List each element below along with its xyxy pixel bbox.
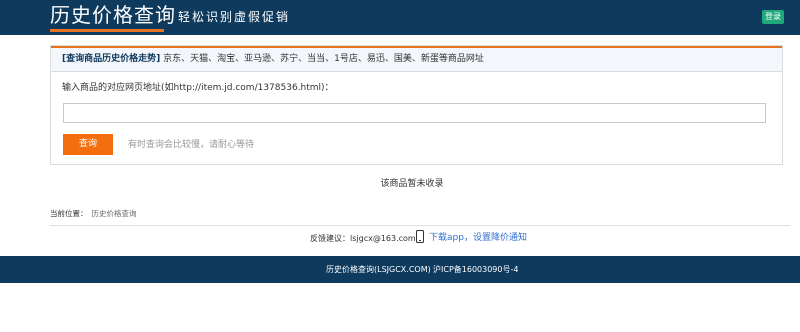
footer-site: 历史价格查询(LSJGCX.COM) — [326, 265, 431, 274]
download-app-link[interactable]: 下载app，设置降价通知 — [429, 233, 527, 244]
breadcrumb-current[interactable]: 历史价格查询 — [92, 209, 137, 218]
panel-title: [查询商品历史价格走势] — [62, 54, 161, 64]
url-input-label: 输入商品的对应网页地址(如http://item.jd.com/1378536.… — [62, 83, 334, 93]
logo-underline — [50, 29, 164, 32]
footer: 历史价格查询(LSJGCX.COM) 沪ICP备16003090号-4 — [0, 256, 800, 283]
footer-icp[interactable]: 沪ICP备16003090号-4 — [433, 256, 518, 283]
result-message: 该商品暂未收录 — [380, 179, 444, 189]
search-panel: [查询商品历史价格走势] 京东、天猫、淘宝、亚马逊、苏宁、当当、1号店、易迅、国… — [50, 45, 783, 165]
top-header: 历史价格查询 轻松识别虚假促销 登录 — [0, 0, 800, 35]
phone-icon — [416, 230, 424, 243]
feedback-text: 反馈建议：lsjgcx@163.com — [310, 234, 416, 243]
login-button[interactable]: 登录 — [762, 10, 784, 24]
query-hint: 有时查询会比较慢，请耐心等待 — [128, 140, 255, 150]
supported-stores: 京东、天猫、淘宝、亚马逊、苏宁、当当、1号店、易迅、国美、新蛋等商品网址 — [163, 54, 484, 64]
search-panel-header: [查询商品历史价格走势] 京东、天猫、淘宝、亚马逊、苏宁、当当、1号店、易迅、国… — [51, 46, 782, 72]
divider — [50, 225, 790, 226]
breadcrumb: 当前位置： 历史价格查询 — [50, 209, 137, 219]
query-button[interactable]: 查询 — [63, 134, 113, 155]
breadcrumb-label: 当前位置： — [50, 209, 88, 218]
url-input[interactable] — [63, 103, 766, 123]
site-slogan: 轻松识别虚假促销 — [178, 10, 291, 24]
site-logo[interactable]: 历史价格查询 — [50, 2, 176, 28]
